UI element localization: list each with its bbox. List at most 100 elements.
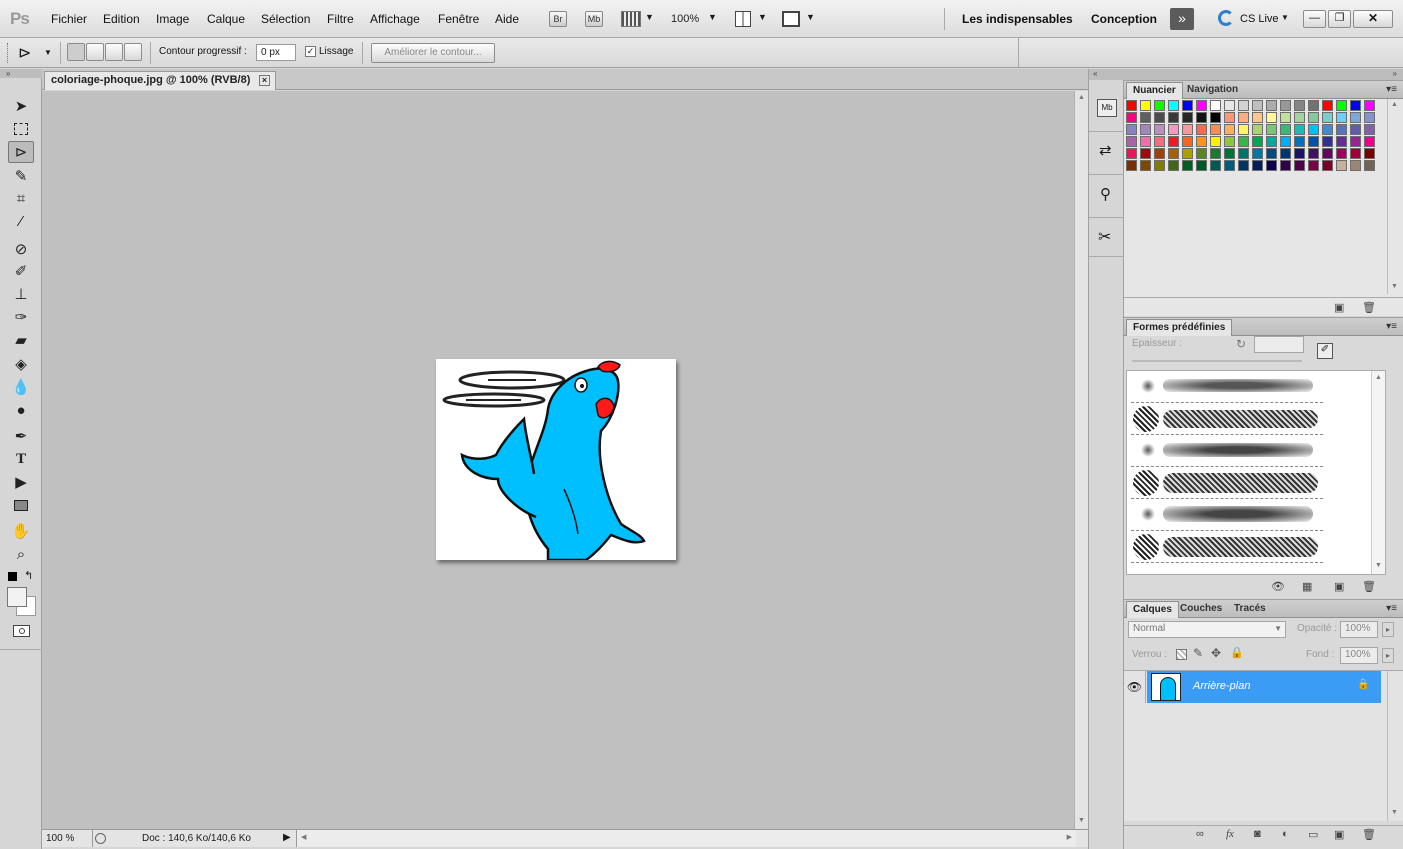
blend-mode-select[interactable]: Normal ▼ xyxy=(1128,621,1286,638)
chevron-down-icon[interactable]: ▼ xyxy=(1281,13,1289,22)
scroll-left-icon[interactable]: ◀ xyxy=(301,833,306,841)
pen-tool-icon[interactable]: ✒ xyxy=(8,425,34,447)
brush-row[interactable] xyxy=(1131,499,1323,531)
color-swatch[interactable] xyxy=(1224,148,1235,159)
color-swatch[interactable] xyxy=(1294,148,1305,159)
add-selection-icon[interactable] xyxy=(86,43,104,61)
color-swatch[interactable] xyxy=(1308,148,1319,159)
color-swatch[interactable] xyxy=(1308,124,1319,135)
color-swatch[interactable] xyxy=(1168,136,1179,147)
color-swatch[interactable] xyxy=(1126,160,1137,171)
refine-edge-button[interactable]: Améliorer le contour... xyxy=(371,43,495,63)
panel-menu-icon[interactable]: ▾≡ xyxy=(1386,603,1397,614)
color-swatch[interactable] xyxy=(1168,124,1179,135)
crop-tool-icon[interactable]: ⌗ xyxy=(8,187,34,209)
marquee-tool-icon[interactable] xyxy=(8,118,34,140)
color-swatch[interactable] xyxy=(1126,148,1137,159)
color-swatch[interactable] xyxy=(1210,160,1221,171)
arrange-documents-icon[interactable] xyxy=(735,11,751,27)
menu-calque[interactable]: Calque xyxy=(207,12,245,26)
brush-row[interactable] xyxy=(1131,531,1323,563)
polygonal-lasso-icon[interactable]: ⊳ xyxy=(18,43,31,63)
color-swatch[interactable] xyxy=(1154,124,1165,135)
screen-mode-icon[interactable] xyxy=(782,11,800,27)
color-swatch[interactable] xyxy=(1238,148,1249,159)
thickness-input[interactable] xyxy=(1254,336,1304,353)
tab-nuancier[interactable]: Nuancier xyxy=(1126,82,1183,99)
workspace-essentials[interactable]: Les indispensables xyxy=(962,12,1073,26)
brush-list-scrollbar[interactable]: ▲ ▼ xyxy=(1371,371,1385,574)
color-swatch[interactable] xyxy=(1196,112,1207,123)
color-swatch[interactable] xyxy=(1140,160,1151,171)
expand-icon[interactable]: « xyxy=(1089,69,1124,80)
path-selection-tool-icon[interactable]: ▶ xyxy=(8,471,34,493)
scroll-down-icon[interactable]: ▼ xyxy=(1375,562,1382,569)
link-layers-icon[interactable]: ∞ xyxy=(1196,828,1204,840)
color-swatch[interactable] xyxy=(1336,136,1347,147)
clone-stamp-tool-icon[interactable]: ⊥ xyxy=(8,283,34,305)
menu-edition[interactable]: Edition xyxy=(103,12,140,26)
new-layer-icon[interactable]: ▣ xyxy=(1334,828,1344,841)
layer-row[interactable]: Arrière-plan 🔒 xyxy=(1147,671,1381,703)
scroll-down-icon[interactable]: ▼ xyxy=(1078,817,1085,824)
layers-scrollbar[interactable]: ▼ xyxy=(1387,671,1401,821)
tab-calques[interactable]: Calques xyxy=(1126,601,1179,618)
color-swatch[interactable] xyxy=(1350,112,1361,123)
restore-icon[interactable]: ❐ xyxy=(1328,10,1351,28)
menu-image[interactable]: Image xyxy=(156,12,189,26)
color-swatch[interactable] xyxy=(1238,136,1249,147)
eraser-tool-icon[interactable]: ▰ xyxy=(8,329,34,351)
color-swatch[interactable] xyxy=(1364,100,1375,111)
adjustment-layer-icon[interactable]: ◐ xyxy=(1282,828,1289,840)
color-swatch[interactable] xyxy=(1308,100,1319,111)
brush-row[interactable] xyxy=(1131,467,1323,499)
color-swatch[interactable] xyxy=(1336,112,1347,123)
color-swatch[interactable] xyxy=(1168,100,1179,111)
thickness-slider[interactable] xyxy=(1132,360,1302,362)
mini-bridge-icon[interactable]: Mb xyxy=(1097,99,1117,117)
color-swatch[interactable] xyxy=(1252,148,1263,159)
color-swatch[interactable] xyxy=(1154,148,1165,159)
more-workspaces-icon[interactable]: » xyxy=(1170,8,1194,30)
chevron-down-icon[interactable]: ▼ xyxy=(645,12,654,22)
brush-tool-icon[interactable]: ✐ xyxy=(8,260,34,282)
status-menu-arrow-icon[interactable]: ▶ xyxy=(283,832,291,843)
scroll-up-icon[interactable]: ▲ xyxy=(1391,101,1398,108)
color-swatch[interactable] xyxy=(1126,136,1137,147)
color-swatch[interactable] xyxy=(1308,160,1319,171)
color-swatch[interactable] xyxy=(1322,148,1333,159)
color-swatch[interactable] xyxy=(1336,124,1347,135)
color-swatch[interactable] xyxy=(1252,136,1263,147)
tab-couches[interactable]: Couches xyxy=(1174,601,1228,618)
color-swatch[interactable] xyxy=(1224,124,1235,135)
seal-image[interactable] xyxy=(436,359,676,562)
color-swatch[interactable] xyxy=(1182,124,1193,135)
hand-tool-icon[interactable]: ✋ xyxy=(8,520,34,542)
color-swatch[interactable] xyxy=(1280,148,1291,159)
lock-all-icon[interactable]: 🔒 xyxy=(1230,646,1244,659)
zoom-tool-icon[interactable]: ⌕ xyxy=(8,543,34,565)
color-swatch[interactable] xyxy=(1266,100,1277,111)
menu-filtre[interactable]: Filtre xyxy=(327,12,354,26)
color-swatch[interactable] xyxy=(1196,100,1207,111)
scroll-down-icon[interactable]: ▼ xyxy=(1391,283,1398,290)
fill-arrow-icon[interactable]: ▸ xyxy=(1382,648,1394,663)
color-swatch[interactable] xyxy=(1364,112,1375,123)
menu-affichage[interactable]: Affichage xyxy=(370,12,420,26)
color-swatch[interactable] xyxy=(1126,124,1137,135)
blur-tool-icon[interactable]: 💧 xyxy=(8,376,34,398)
color-swatch[interactable] xyxy=(1294,100,1305,111)
color-swatch[interactable] xyxy=(1364,160,1375,171)
color-swatch[interactable] xyxy=(1266,136,1277,147)
scroll-down-icon[interactable]: ▼ xyxy=(1391,809,1398,816)
minibridge-button[interactable]: Mb xyxy=(585,11,603,27)
minimize-icon[interactable]: — xyxy=(1303,10,1326,28)
color-swatch[interactable] xyxy=(1322,136,1333,147)
tool-presets-icon[interactable]: ✂ xyxy=(1098,227,1111,247)
layer-style-icon[interactable]: fx xyxy=(1226,828,1234,840)
color-swatch[interactable] xyxy=(1294,136,1305,147)
close-icon[interactable]: ✕ xyxy=(1353,10,1393,28)
color-swatch[interactable] xyxy=(1196,136,1207,147)
tab-traces[interactable]: Tracés xyxy=(1228,601,1272,618)
lock-pixels-icon[interactable]: ✎ xyxy=(1193,646,1203,660)
